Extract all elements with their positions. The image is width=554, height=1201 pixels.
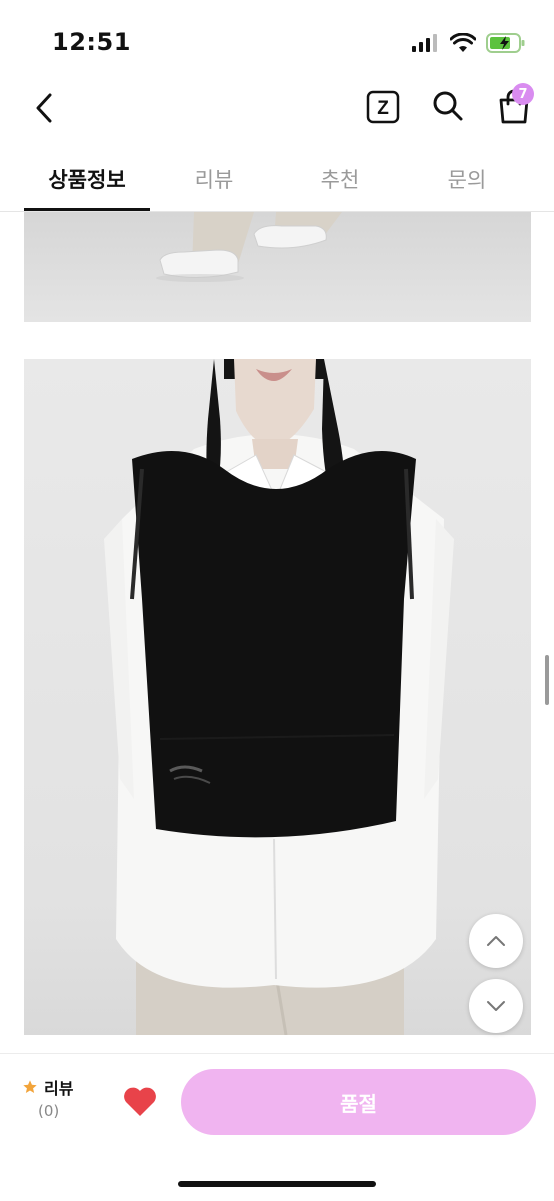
- product-tabs: 상품정보 리뷰 추천 문의: [0, 150, 554, 212]
- scroll-down-button[interactable]: [469, 979, 523, 1033]
- home-indicator: [178, 1181, 376, 1187]
- tab-inquiry[interactable]: 문의: [404, 150, 530, 208]
- product-image-previous: [24, 212, 531, 322]
- cart-count-badge: 7: [512, 83, 534, 105]
- chevron-down-icon: [487, 1001, 505, 1011]
- star-icon: [23, 1080, 37, 1093]
- back-button[interactable]: [26, 88, 62, 128]
- signal-icon: [412, 34, 437, 52]
- app-header: Z: [0, 80, 554, 140]
- heart-icon: [124, 1087, 156, 1116]
- review-label: 리뷰: [44, 1079, 74, 1098]
- scroll-up-button[interactable]: [469, 914, 523, 968]
- tab-reviews[interactable]: 리뷰: [152, 150, 276, 208]
- tab-recommend[interactable]: 추천: [278, 150, 402, 208]
- soldout-button[interactable]: 품절: [181, 1069, 536, 1135]
- tab-product-info[interactable]: 상품정보: [24, 150, 150, 208]
- z-label: Z: [377, 98, 389, 119]
- wifi-icon: [450, 33, 476, 52]
- scroll-indicator[interactable]: [545, 655, 549, 705]
- product-image-main: [24, 359, 531, 1035]
- status-bar: 12:51: [0, 0, 554, 80]
- status-icons: [412, 32, 526, 54]
- z-square-icon: Z: [366, 90, 400, 124]
- review-summary[interactable]: 리뷰: [22, 1075, 73, 1099]
- chevron-up-icon: [487, 936, 505, 946]
- status-time: 12:51: [52, 28, 131, 56]
- z-button[interactable]: Z: [366, 90, 400, 124]
- wishlist-button[interactable]: [122, 1086, 158, 1118]
- chevron-left-icon: [36, 93, 52, 123]
- battery-charging-icon: [486, 33, 525, 53]
- review-count: (0): [38, 1102, 60, 1120]
- search-button[interactable]: [430, 88, 466, 124]
- search-icon: [433, 91, 463, 121]
